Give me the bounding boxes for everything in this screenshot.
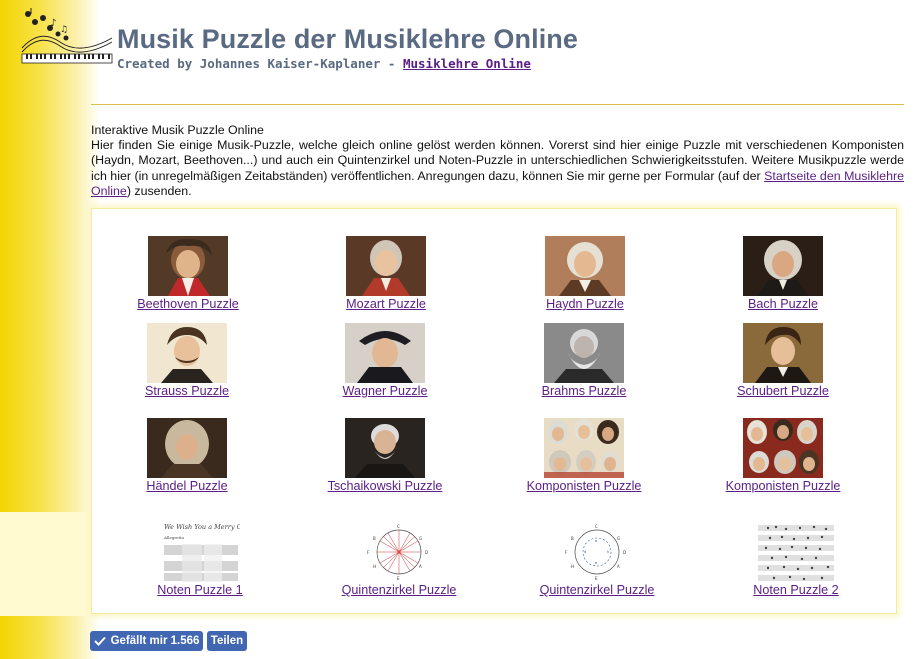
puzzle-link[interactable]: Brahms Puzzle xyxy=(484,384,684,398)
svg-text:A: A xyxy=(617,564,620,569)
brahms-portrait-icon[interactable] xyxy=(544,323,624,383)
facebook-like-button[interactable]: Gefällt mir 1.566 xyxy=(90,631,203,651)
intro-text: Interaktive Musik Puzzle Online Hier fin… xyxy=(91,123,904,199)
sheet-tempo: Allegretto xyxy=(163,535,185,540)
svg-text:G: G xyxy=(419,536,422,541)
tschaikowski-portrait-icon[interactable] xyxy=(345,418,425,478)
puzzle-item[interactable]: Mozart Puzzle xyxy=(286,236,486,311)
svg-text:♪: ♪ xyxy=(50,18,56,29)
musiklehre-online-link[interactable]: Musiklehre Online xyxy=(403,56,531,71)
puzzle-item[interactable]: We Wish You a Merry Christmas Allegretto… xyxy=(100,522,300,597)
svg-text:G: G xyxy=(617,536,620,541)
panel-side-band xyxy=(0,512,102,616)
page-title: Musik Puzzle der Musiklehre Online xyxy=(117,24,579,54)
subtitle-text: Created by Johannes Kaiser-Kaplaner - xyxy=(117,56,403,71)
puzzle-item[interactable]: Bach Puzzle xyxy=(683,236,883,311)
puzzle-item[interactable]: Komponisten Puzzle xyxy=(683,418,883,493)
puzzle-item[interactable]: CGD AEH FB ahed Quintenzirkel Puzzle xyxy=(497,522,697,597)
puzzle-link[interactable]: Bach Puzzle xyxy=(683,297,883,311)
puzzle-link[interactable]: Händel Puzzle xyxy=(87,479,287,493)
puzzle-link[interactable]: Noten Puzzle 2 xyxy=(696,583,896,597)
puzzle-item[interactable]: Haydn Puzzle xyxy=(485,236,685,311)
puzzle-item[interactable]: Wagner Puzzle xyxy=(285,323,485,398)
puzzle-link[interactable]: Mozart Puzzle xyxy=(286,297,486,311)
puzzle-link[interactable]: Komponisten Puzzle xyxy=(484,479,684,493)
puzzle-item[interactable]: Brahms Puzzle xyxy=(484,323,684,398)
circle-of-fifths-icon[interactable]: CGD AEH FB xyxy=(359,522,439,582)
puzzle-link[interactable]: Komponisten Puzzle xyxy=(683,479,883,493)
sheet-music-icon[interactable]: We Wish You a Merry Christmas Allegretto xyxy=(160,522,240,582)
beethoven-portrait-icon[interactable] xyxy=(148,236,228,296)
svg-text:B: B xyxy=(373,536,376,541)
intro-paragraph-end: ) zusenden. xyxy=(126,183,192,198)
svg-text:C: C xyxy=(397,524,400,529)
puzzle-link[interactable]: Schubert Puzzle xyxy=(683,384,883,398)
svg-text:D: D xyxy=(623,550,626,555)
svg-text:D: D xyxy=(425,550,428,555)
sheet-title: We Wish You a Merry Christmas xyxy=(164,523,240,531)
svg-text:H: H xyxy=(571,564,574,569)
svg-text:e: e xyxy=(595,561,597,565)
puzzle-link[interactable]: Quintenzirkel Puzzle xyxy=(497,583,697,597)
wagner-portrait-icon[interactable] xyxy=(345,323,425,383)
share-label: Teilen xyxy=(210,635,244,647)
puzzle-item[interactable]: Schubert Puzzle xyxy=(683,323,883,398)
puzzle-link[interactable]: Tschaikowski Puzzle xyxy=(285,479,485,493)
haendel-portrait-icon[interactable] xyxy=(147,418,227,478)
puzzle-link[interactable]: Strauss Puzzle xyxy=(87,384,287,398)
strauss-portrait-icon[interactable] xyxy=(147,323,227,383)
site-logo[interactable]: ♪ ♫ xyxy=(20,4,114,64)
intro-heading: Interaktive Musik Puzzle Online xyxy=(91,123,264,137)
svg-text:d: d xyxy=(584,550,586,554)
header-divider xyxy=(91,104,904,105)
schubert-portrait-icon[interactable] xyxy=(743,323,823,383)
svg-text:B: B xyxy=(571,536,574,541)
puzzle-link[interactable]: Quintenzirkel Puzzle xyxy=(299,583,499,597)
checkmark-icon xyxy=(93,636,106,646)
facebook-share-button[interactable]: Teilen xyxy=(207,631,247,651)
puzzle-item[interactable]: Noten Puzzle 2 xyxy=(696,522,896,597)
svg-text:H: H xyxy=(373,564,376,569)
circle-of-fifths-icon[interactable]: CGD AEH FB ahed xyxy=(557,522,637,582)
puzzle-link[interactable]: Beethoven Puzzle xyxy=(88,297,288,311)
svg-text:♫: ♫ xyxy=(60,25,68,35)
puzzle-item[interactable]: Strauss Puzzle xyxy=(87,323,287,398)
composers-collage-icon[interactable] xyxy=(743,418,823,478)
svg-text:C: C xyxy=(595,524,598,529)
svg-text:A: A xyxy=(419,564,422,569)
bach-portrait-icon[interactable] xyxy=(743,236,823,296)
puzzle-item[interactable]: Tschaikowski Puzzle xyxy=(285,418,485,493)
music-notes-piano-logo-icon: ♪ ♫ xyxy=(21,4,113,64)
composers-collage-icon[interactable] xyxy=(544,418,624,478)
mozart-portrait-icon[interactable] xyxy=(346,236,426,296)
sheet-music-icon[interactable] xyxy=(756,522,836,582)
page-subtitle: Created by Johannes Kaiser-Kaplaner - Mu… xyxy=(117,56,531,71)
haydn-portrait-icon[interactable] xyxy=(545,236,625,296)
puzzle-item[interactable]: Komponisten Puzzle xyxy=(484,418,684,493)
puzzle-item[interactable]: Beethoven Puzzle xyxy=(88,236,288,311)
puzzle-link[interactable]: Wagner Puzzle xyxy=(285,384,485,398)
puzzle-link[interactable]: Haydn Puzzle xyxy=(485,297,685,311)
like-label: Gefällt mir 1.566 xyxy=(110,635,200,647)
svg-text:h: h xyxy=(607,550,609,554)
puzzle-link[interactable]: Noten Puzzle 1 xyxy=(100,583,300,597)
svg-text:a: a xyxy=(595,539,597,543)
puzzle-item[interactable]: Händel Puzzle xyxy=(87,418,287,493)
puzzle-item[interactable]: CGD AEH FB Quintenzirkel Puzzle xyxy=(299,522,499,597)
